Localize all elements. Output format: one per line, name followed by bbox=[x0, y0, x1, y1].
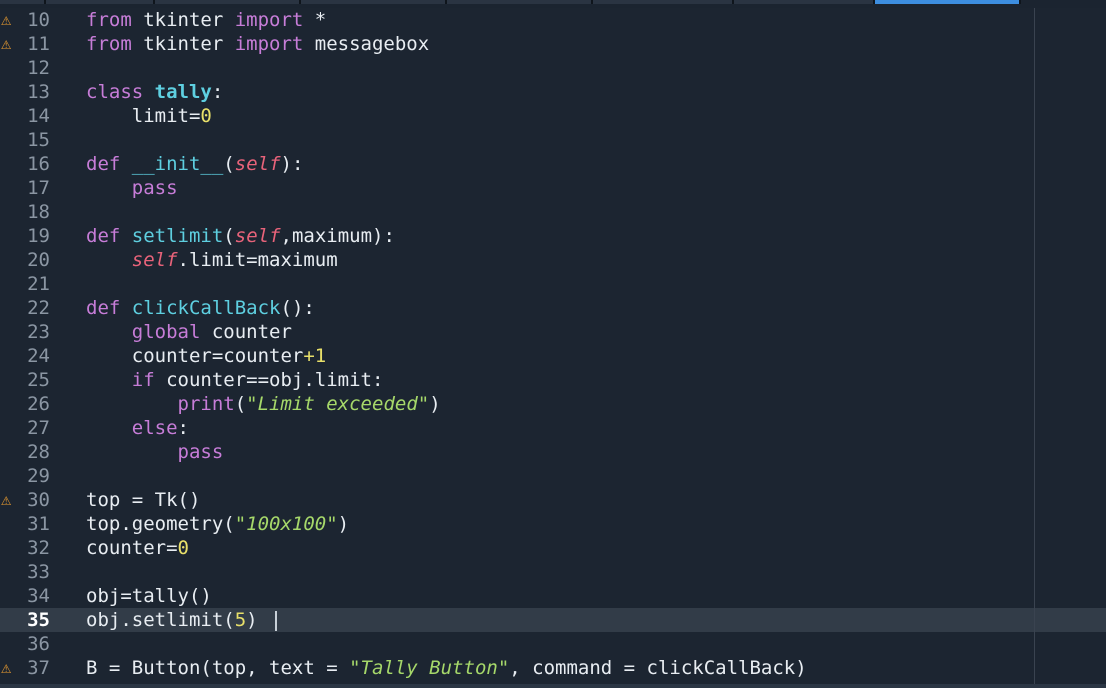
line-number: 22 bbox=[27, 297, 50, 319]
code-text[interactable]: obj=tally() bbox=[86, 584, 212, 608]
code-text[interactable]: counter=0 bbox=[86, 536, 189, 560]
tab-active[interactable] bbox=[874, 0, 1021, 4]
code-editor[interactable]: 10 ⚠ from tkinter import * 11 ⚠ from tkinter … bbox=[0, 8, 1106, 684]
line-number: 32 bbox=[27, 537, 50, 559]
horizontal-scrollbar[interactable] bbox=[0, 684, 1106, 688]
code-text[interactable]: top.geometry("100x100") bbox=[86, 512, 349, 536]
code-text[interactable]: counter=counter+1 bbox=[86, 344, 327, 368]
line-number: 33 bbox=[27, 561, 50, 583]
line-number: 15 bbox=[27, 129, 50, 151]
code-line-18[interactable]: 18 bbox=[0, 200, 1106, 224]
code-text[interactable]: top = Tk() bbox=[86, 488, 200, 512]
code-line-35[interactable]: 35 obj.setlimit(5) bbox=[0, 608, 1106, 632]
tab[interactable] bbox=[446, 0, 593, 4]
code-line-26[interactable]: 26 print("Limit exceeded") bbox=[0, 392, 1106, 416]
code-text[interactable]: pass bbox=[86, 440, 224, 464]
line-number: 14 bbox=[27, 105, 50, 127]
line-number: 17 bbox=[27, 177, 50, 199]
code-line-32[interactable]: 32 counter=0 bbox=[0, 536, 1106, 560]
line-number: 31 bbox=[27, 513, 50, 535]
code-line-11[interactable]: 11 ⚠ from tkinter import messagebox bbox=[0, 32, 1106, 56]
print-margin-ruler bbox=[1034, 8, 1035, 684]
code-line-24[interactable]: 24 counter=counter+1 bbox=[0, 344, 1106, 368]
line-number: 12 bbox=[27, 57, 50, 79]
code-text[interactable]: B = Button(top, text = "Tally Button", c… bbox=[86, 656, 807, 680]
line-number: 19 bbox=[27, 225, 50, 247]
code-line-27[interactable]: 27 else: bbox=[0, 416, 1106, 440]
code-line-31[interactable]: 31 top.geometry("100x100") bbox=[0, 512, 1106, 536]
tab-strip-empty bbox=[1020, 0, 1106, 4]
line-number: 23 bbox=[27, 321, 50, 343]
line-number: 21 bbox=[27, 273, 50, 295]
code-line-28[interactable]: 28 pass bbox=[0, 440, 1106, 464]
code-line-10[interactable]: 10 ⚠ from tkinter import * bbox=[0, 8, 1106, 32]
code-text[interactable]: global counter bbox=[86, 320, 292, 344]
code-line-15[interactable]: 15 bbox=[0, 128, 1106, 152]
warning-triangle-icon[interactable]: ⚠ bbox=[1, 32, 21, 56]
code-text[interactable]: obj.setlimit(5) bbox=[86, 608, 278, 632]
code-text[interactable]: self.limit=maximum bbox=[86, 248, 338, 272]
tab[interactable] bbox=[300, 0, 447, 4]
text-cursor bbox=[275, 610, 278, 631]
warning-triangle-icon[interactable]: ⚠ bbox=[1, 488, 21, 512]
tab[interactable] bbox=[0, 0, 46, 4]
code-text[interactable]: limit=0 bbox=[86, 104, 212, 128]
code-text[interactable]: def __init__(self): bbox=[86, 152, 303, 176]
line-number: 24 bbox=[27, 345, 50, 367]
line-number: 27 bbox=[27, 417, 50, 439]
code-line-17[interactable]: 17 pass bbox=[0, 176, 1106, 200]
code-line-14[interactable]: 14 limit=0 bbox=[0, 104, 1106, 128]
code-line-20[interactable]: 20 self.limit=maximum bbox=[0, 248, 1106, 272]
line-number: 29 bbox=[27, 465, 50, 487]
code-line-34[interactable]: 34 obj=tally() bbox=[0, 584, 1106, 608]
code-text[interactable]: from tkinter import * bbox=[86, 8, 326, 32]
code-text[interactable]: class tally: bbox=[86, 80, 223, 104]
line-number: 16 bbox=[27, 153, 50, 175]
code-line-16[interactable]: 16 def __init__(self): bbox=[0, 152, 1106, 176]
code-text[interactable]: pass bbox=[86, 176, 178, 200]
code-text[interactable]: print("Limit exceeded") bbox=[86, 392, 441, 416]
line-number: 35 bbox=[27, 609, 50, 631]
code-line-12[interactable]: 12 bbox=[0, 56, 1106, 80]
code-line-23[interactable]: 23 global counter bbox=[0, 320, 1106, 344]
code-line-13[interactable]: 13 class tally: bbox=[0, 80, 1106, 104]
tab-strip bbox=[0, 0, 1106, 6]
line-number: 28 bbox=[27, 441, 50, 463]
line-number: 13 bbox=[27, 81, 50, 103]
code-line-29[interactable]: 29 bbox=[0, 464, 1106, 488]
tab[interactable] bbox=[45, 0, 155, 4]
line-number: 25 bbox=[27, 369, 50, 391]
code-line-36[interactable]: 36 bbox=[0, 632, 1106, 656]
line-number: 34 bbox=[27, 585, 50, 607]
code-text[interactable]: def setlimit(self,maximum): bbox=[86, 224, 395, 248]
code-text[interactable]: def clickCallBack(): bbox=[86, 296, 315, 320]
code-line-25[interactable]: 25 if counter==obj.limit: bbox=[0, 368, 1106, 392]
warning-triangle-icon[interactable]: ⚠ bbox=[1, 656, 21, 680]
tab[interactable] bbox=[154, 0, 301, 4]
line-number: 36 bbox=[27, 633, 50, 655]
line-number: 20 bbox=[27, 249, 50, 271]
tab[interactable] bbox=[733, 0, 875, 4]
code-text[interactable]: if counter==obj.limit: bbox=[86, 368, 384, 392]
code-text[interactable]: from tkinter import messagebox bbox=[86, 32, 429, 56]
code-line-33[interactable]: 33 bbox=[0, 560, 1106, 584]
code-line-22[interactable]: 22 def clickCallBack(): bbox=[0, 296, 1106, 320]
code-line-30[interactable]: 30 ⚠ top = Tk() bbox=[0, 488, 1106, 512]
code-line-21[interactable]: 21 bbox=[0, 272, 1106, 296]
line-number: 26 bbox=[27, 393, 50, 415]
tab[interactable] bbox=[592, 0, 734, 4]
warning-triangle-icon[interactable]: ⚠ bbox=[1, 8, 21, 32]
code-line-37[interactable]: 37 ⚠ B = Button(top, text = "Tally Button"… bbox=[0, 656, 1106, 680]
line-number: 18 bbox=[27, 201, 50, 223]
code-line-19[interactable]: 19 def setlimit(self,maximum): bbox=[0, 224, 1106, 248]
code-text[interactable]: else: bbox=[86, 416, 189, 440]
